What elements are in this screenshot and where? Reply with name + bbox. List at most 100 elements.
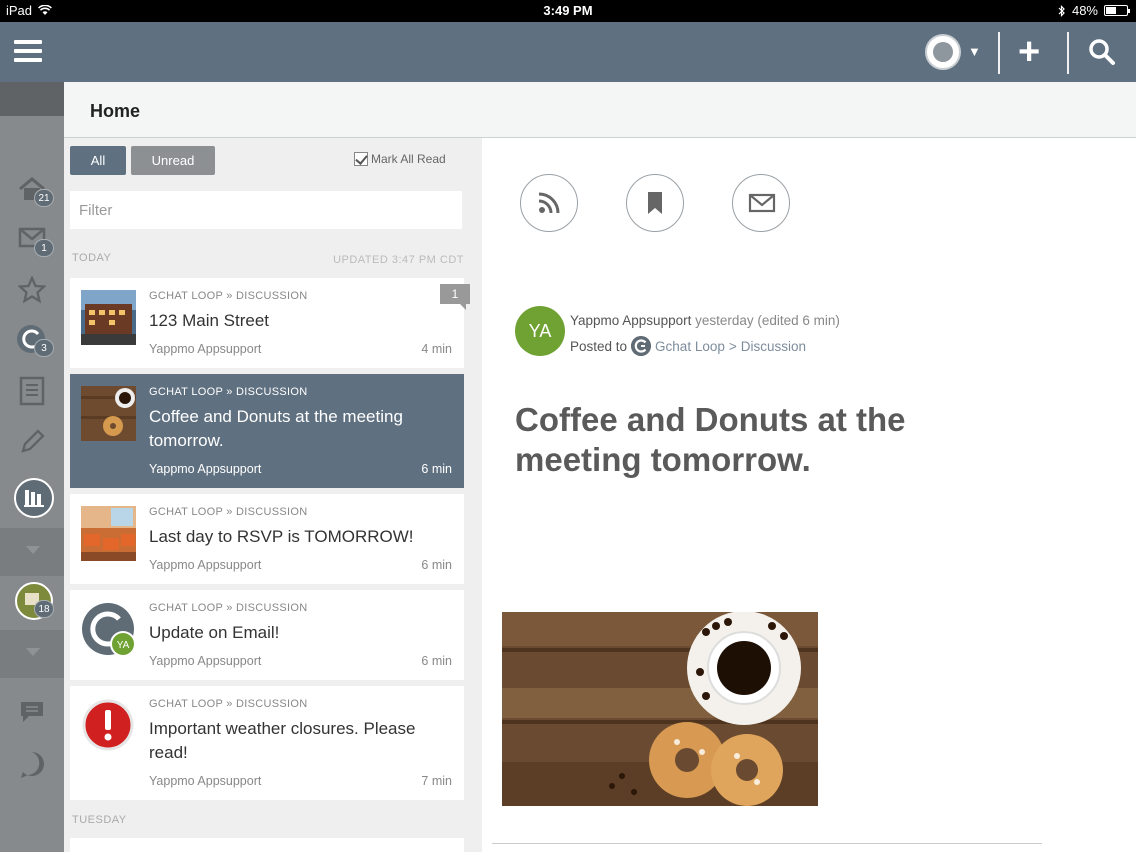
home-badge: 21 (34, 189, 54, 207)
status-bar: iPad 3:49 PM 48% (0, 0, 1136, 22)
item-title: Coffee and Donuts at the meeting tomorro… (149, 407, 403, 450)
item-breadcrumb: GCHAT LOOP » DISCUSSION (149, 698, 308, 710)
coffee-donuts-image[interactable] (502, 612, 818, 806)
svg-text:?: ? (27, 756, 36, 773)
posted-to: Posted to Gchat Loop > Discussion (570, 336, 806, 356)
chevron-down-icon (26, 648, 40, 656)
battery-icon (1104, 5, 1130, 16)
menu-icon[interactable] (14, 40, 42, 64)
divider (492, 843, 1042, 844)
list-item[interactable]: GCHAT LOOP » DISCUSSION Last day to RSVP… (70, 494, 464, 584)
sidebar-item-reports[interactable] (0, 472, 64, 522)
item-author: Yappmo Appsupport (149, 558, 262, 572)
sidebar-collapse-toggle-2[interactable] (0, 630, 64, 678)
page-title: Home (90, 101, 141, 121)
bookmark-icon (648, 192, 662, 214)
post-detail: YA Yappmo Appsupport yesterday (edited 6… (482, 138, 1136, 852)
add-icon[interactable]: + (1018, 32, 1040, 72)
list-item[interactable]: YA GCHAT LOOP » DISCUSSION Update on Ema… (70, 590, 464, 680)
item-breadcrumb: GCHAT LOOP » DISCUSSION (149, 602, 308, 614)
mark-all-read-label: Mark All Read (371, 152, 446, 166)
sidebar-item-group[interactable]: 18 (0, 576, 64, 626)
sidebar-item-help[interactable]: ? (0, 738, 64, 788)
sidebar-item-home[interactable]: 21 (0, 164, 64, 214)
channel-link[interactable]: Discussion (741, 339, 806, 354)
chevron-down-icon[interactable]: ▼ (968, 44, 981, 59)
item-time: 6 min (421, 654, 452, 668)
section-tuesday: TUESDAY (72, 814, 127, 826)
post-meta: Yappmo Appsupport yesterday (edited 6 mi… (570, 313, 840, 328)
sidebar-collapse-toggle[interactable] (0, 528, 64, 576)
rss-icon (538, 192, 560, 214)
item-author: Yappmo Appsupport (149, 342, 262, 356)
alert-icon (82, 699, 134, 751)
messages-badge: 1 (34, 239, 54, 257)
email-button[interactable] (732, 174, 790, 232)
battery-percent: 48% (1071, 3, 1098, 18)
filter-all-button[interactable]: All (70, 146, 126, 175)
coffee-thumbnail (81, 386, 136, 441)
help-icon: ? (21, 752, 44, 778)
rss-button[interactable] (520, 174, 578, 232)
sidebar: 21 1 3 18 ? (0, 82, 64, 852)
item-title: Update on Email! (149, 623, 280, 642)
checkbox-icon[interactable] (354, 152, 368, 166)
activity-list: All Unread Mark All Read TODAY UPDATED 3… (64, 138, 482, 868)
sidebar-item-messages[interactable]: 1 (0, 214, 64, 264)
posted-to-label: Posted to (570, 338, 628, 354)
item-breadcrumb: GCHAT LOOP » DISCUSSION (149, 386, 308, 398)
chat-bubble-icon (21, 702, 43, 722)
item-time: 6 min (421, 462, 452, 476)
post-title: Coffee and Donuts at the meeting tomorro… (515, 401, 906, 478)
item-breadcrumb: GCHAT LOOP » DISCUSSION (149, 506, 308, 518)
item-title: Last day to RSVP is TOMORROW! (149, 527, 414, 546)
building-thumbnail (81, 290, 136, 345)
item-author: Yappmo Appsupport (149, 654, 262, 668)
list-item-selected[interactable]: GCHAT LOOP » DISCUSSION Coffee and Donut… (70, 374, 464, 488)
sidebar-item-edit[interactable] (0, 416, 64, 466)
top-bar: ▼ + (0, 22, 1136, 82)
sidebar-item-chat[interactable] (0, 686, 64, 736)
clock: 3:49 PM (543, 3, 593, 18)
svg-text:YA: YA (117, 640, 130, 651)
author-avatar[interactable]: YA (515, 306, 565, 356)
group-badge: 18 (34, 600, 54, 618)
list-item[interactable] (70, 838, 464, 868)
updated-timestamp: UPDATED 3:47 PM CDT (333, 254, 464, 266)
user-avatar-icon[interactable] (925, 34, 961, 70)
sidebar-top-strip (0, 82, 64, 116)
loops-badge: 3 (34, 339, 54, 357)
mark-all-read[interactable]: Mark All Read (354, 152, 446, 166)
item-time: 6 min (421, 558, 452, 572)
loop-link[interactable]: Gchat Loop (655, 339, 725, 354)
chevron-down-icon (26, 546, 40, 554)
divider (1067, 32, 1069, 74)
sidebar-item-favorites[interactable] (0, 264, 64, 314)
envelope-icon (748, 193, 776, 213)
breadcrumb-separator: > (728, 338, 737, 354)
item-time: 7 min (421, 774, 452, 788)
comment-count-badge: 1 (440, 284, 470, 310)
filter-unread-button[interactable]: Unread (131, 146, 215, 175)
loop-avatar-icon: YA (82, 603, 136, 657)
bluetooth-icon (1058, 4, 1065, 17)
page-header: Home (64, 82, 1136, 138)
sidebar-item-loops[interactable]: 3 (0, 314, 64, 364)
pencil-icon (21, 429, 45, 453)
sidebar-item-notes[interactable] (0, 364, 64, 414)
star-icon (18, 276, 46, 304)
list-item[interactable]: GCHAT LOOP » DISCUSSION Important weathe… (70, 686, 464, 800)
lounge-thumbnail (81, 506, 136, 561)
item-author: Yappmo Appsupport (149, 774, 262, 788)
bookmark-button[interactable] (626, 174, 684, 232)
item-breadcrumb: GCHAT LOOP » DISCUSSION (149, 290, 308, 302)
list-item[interactable]: GCHAT LOOP » DISCUSSION 123 Main Street … (70, 278, 470, 368)
library-icon (14, 478, 54, 518)
divider (998, 32, 1000, 74)
search-icon[interactable] (1088, 38, 1116, 66)
item-author: Yappmo Appsupport (149, 462, 262, 476)
post-time: yesterday (edited 6 min) (695, 313, 840, 328)
author-name[interactable]: Yappmo Appsupport (570, 313, 691, 328)
filter-input[interactable] (70, 191, 462, 229)
item-title: Important weather closures. Please read! (149, 719, 416, 762)
